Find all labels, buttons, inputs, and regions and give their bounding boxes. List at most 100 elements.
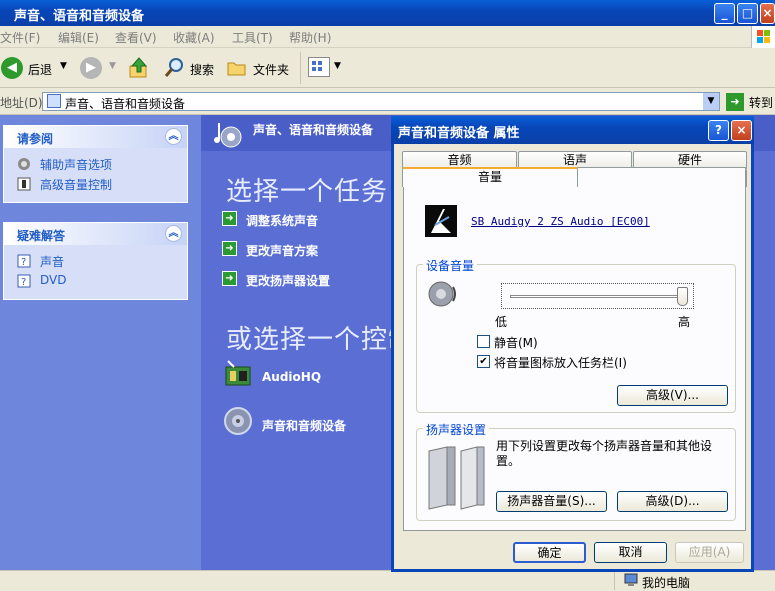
task-label: 更改声音方案	[246, 244, 319, 258]
volume-control-icon	[17, 177, 31, 191]
device-volume-label: 设备音量	[423, 257, 478, 274]
task-arrow-icon: ➜	[222, 271, 237, 286]
my-computer-icon	[624, 573, 638, 587]
sidebar-item-label: 高级音量控制	[40, 178, 113, 192]
status-bar: 我的电脑	[0, 570, 775, 590]
svg-text:?: ?	[21, 257, 26, 268]
sidebar-item-accessibility-sound[interactable]: 辅助声音选项	[4, 154, 187, 174]
troubleshoot-title: 疑难解答	[17, 229, 66, 243]
sidebar-item-sound-help[interactable]: ? 声音	[4, 251, 187, 271]
troubleshoot-header[interactable]: 疑难解答 ︽	[4, 223, 187, 245]
folders-button[interactable]: 文件夹	[253, 61, 289, 78]
help-icon: ?	[17, 254, 31, 268]
audiohq-icon-link[interactable]: AudioHQ	[222, 360, 352, 395]
sidebar-item-label: 声音	[40, 255, 65, 269]
device-volume-group: 设备音量 低 高 静音(M) ✔ 将音量图标放入任务栏(I) 高级(V)...	[416, 257, 736, 413]
forward-arrow-icon[interactable]: ▶	[80, 57, 102, 79]
maximize-button[interactable]: □	[737, 3, 758, 24]
mute-label[interactable]: 静音(M)	[494, 334, 538, 351]
speaker-volume-button[interactable]: 扬声器音量(S)...	[496, 491, 607, 512]
speaker-icon	[427, 279, 457, 309]
address-input[interactable]: 声音、语音和音频设备 ▼	[42, 92, 720, 111]
volume-slider-thumb[interactable]	[677, 287, 688, 306]
back-button[interactable]: 后退	[28, 61, 52, 78]
go-button[interactable]: 转到	[749, 94, 773, 111]
up-folder-icon[interactable]	[128, 56, 150, 80]
see-also-title: 请参阅	[17, 132, 54, 146]
speakers-icon	[425, 443, 487, 511]
troubleshoot-body: ? 声音 ? DVD	[4, 245, 187, 299]
control-panel-icon	[47, 94, 61, 108]
ok-button[interactable]: 确定	[513, 542, 586, 563]
mute-checkbox[interactable]	[477, 335, 490, 348]
status-divider	[614, 571, 615, 590]
menu-help[interactable]: 帮助(H)	[289, 29, 331, 46]
sound-devices-label: 声音和音频设备	[262, 419, 347, 433]
volume-low-label: 低	[495, 315, 508, 329]
speaker-settings-description: 用下列设置更改每个扬声器音量和其他设置。	[496, 439, 713, 468]
address-dropdown-icon[interactable]: ▼	[703, 93, 719, 110]
collapse-icon[interactable]: ︽	[165, 225, 182, 242]
go-arrow-icon[interactable]: ➜	[726, 93, 744, 111]
task-label: 调整系统声音	[246, 214, 319, 228]
close-button[interactable]: ×	[760, 3, 775, 24]
volume-tab-page: SB Audigy 2 ZS Audio [EC00] 设备音量 低 高 静音(…	[403, 167, 746, 531]
device-name: SB Audigy 2 ZS Audio [EC00]	[471, 215, 650, 228]
folders-icon[interactable]	[226, 57, 248, 79]
volume-slider-track	[510, 295, 683, 298]
menu-tools[interactable]: 工具(T)	[232, 29, 273, 46]
windows-logo-icon	[751, 26, 775, 48]
svg-text:?: ?	[21, 277, 26, 288]
speaker-settings-label: 扬声器设置	[423, 421, 490, 438]
sounds-category-icon	[213, 119, 243, 149]
pick-task-heading: 选择一个任务	[226, 177, 389, 207]
tab-volume[interactable]: 音量	[402, 167, 578, 187]
sound-devices-icon-link[interactable]: 声音和音频设备	[222, 405, 382, 437]
speaker-advanced-button[interactable]: 高级(D)...	[617, 491, 728, 512]
menu-file[interactable]: 文件(F)	[0, 29, 40, 46]
volume-slider[interactable]	[501, 283, 694, 309]
audiohq-label: AudioHQ	[262, 370, 322, 384]
menu-bar: 文件(F) 编辑(E) 查看(V) 收藏(A) 工具(T) 帮助(H)	[0, 26, 775, 48]
tray-icon-checkbox[interactable]: ✔	[477, 355, 490, 368]
back-dropdown-icon[interactable]: ▼	[60, 61, 67, 71]
speaker-icon	[17, 157, 31, 171]
task-label: 更改扬声器设置	[246, 274, 331, 288]
status-zone: 我的电脑	[642, 576, 691, 590]
dialog-help-button[interactable]: ?	[708, 120, 729, 141]
minimize-button[interactable]: _	[714, 3, 735, 24]
dialog-titlebar: 声音和音频设备 属性 ? ×	[391, 116, 754, 144]
window-title: 声音、语音和音频设备	[14, 9, 145, 24]
task-arrow-icon: ➜	[222, 211, 237, 226]
troubleshoot-panel: 疑难解答 ︽ ? 声音 ? DVD	[3, 222, 188, 300]
menu-view[interactable]: 查看(V)	[115, 29, 157, 46]
back-arrow-icon[interactable]: ◀	[1, 57, 23, 79]
volume-high-label: 高	[678, 315, 691, 329]
sidebar-item-dvd-help[interactable]: ? DVD	[4, 271, 187, 291]
sidebar-item-advanced-volume[interactable]: 高级音量控制	[4, 174, 187, 194]
forward-dropdown-icon[interactable]: ▼	[109, 61, 116, 71]
audiohq-icon	[222, 359, 254, 391]
search-button[interactable]: 搜索	[190, 61, 214, 78]
tray-icon-label[interactable]: 将音量图标放入任务栏(I)	[494, 354, 627, 371]
views-icon[interactable]	[308, 57, 330, 77]
collapse-icon[interactable]: ︽	[165, 128, 182, 145]
category-title: 声音、语音和音频设备	[253, 123, 374, 137]
search-icon[interactable]	[163, 56, 187, 80]
task-sidebar: 请参阅 ︽ 辅助声音选项 高级音量控制 疑难解答 ︽ ? 声音 ? DVD	[0, 115, 201, 570]
address-bar: 地址(D) 声音、语音和音频设备 ▼ ➜ 转到	[0, 89, 775, 115]
speaker-settings-group: 扬声器设置 用下列设置更改每个扬声器音量和其他设置。 扬声器音量(S)... 高…	[416, 421, 736, 521]
speaker-icon	[222, 405, 254, 437]
cancel-button[interactable]: 取消	[594, 542, 667, 563]
apply-button[interactable]: 应用(A)	[675, 542, 744, 563]
dialog-close-button[interactable]: ×	[731, 120, 752, 141]
see-also-header[interactable]: 请参阅 ︽	[4, 126, 187, 148]
menu-favorites[interactable]: 收藏(A)	[173, 29, 215, 46]
device-logo-icon	[425, 205, 457, 237]
volume-advanced-button[interactable]: 高级(V)...	[617, 385, 728, 406]
task-arrow-icon: ➜	[222, 241, 237, 256]
properties-dialog: 声音和音频设备 属性 ? × 音频 语声 硬件 音量 声音 SB Audigy …	[391, 116, 754, 572]
menu-edit[interactable]: 编辑(E)	[58, 29, 99, 46]
views-dropdown-icon[interactable]: ▼	[334, 61, 341, 71]
help-icon: ?	[17, 274, 31, 288]
